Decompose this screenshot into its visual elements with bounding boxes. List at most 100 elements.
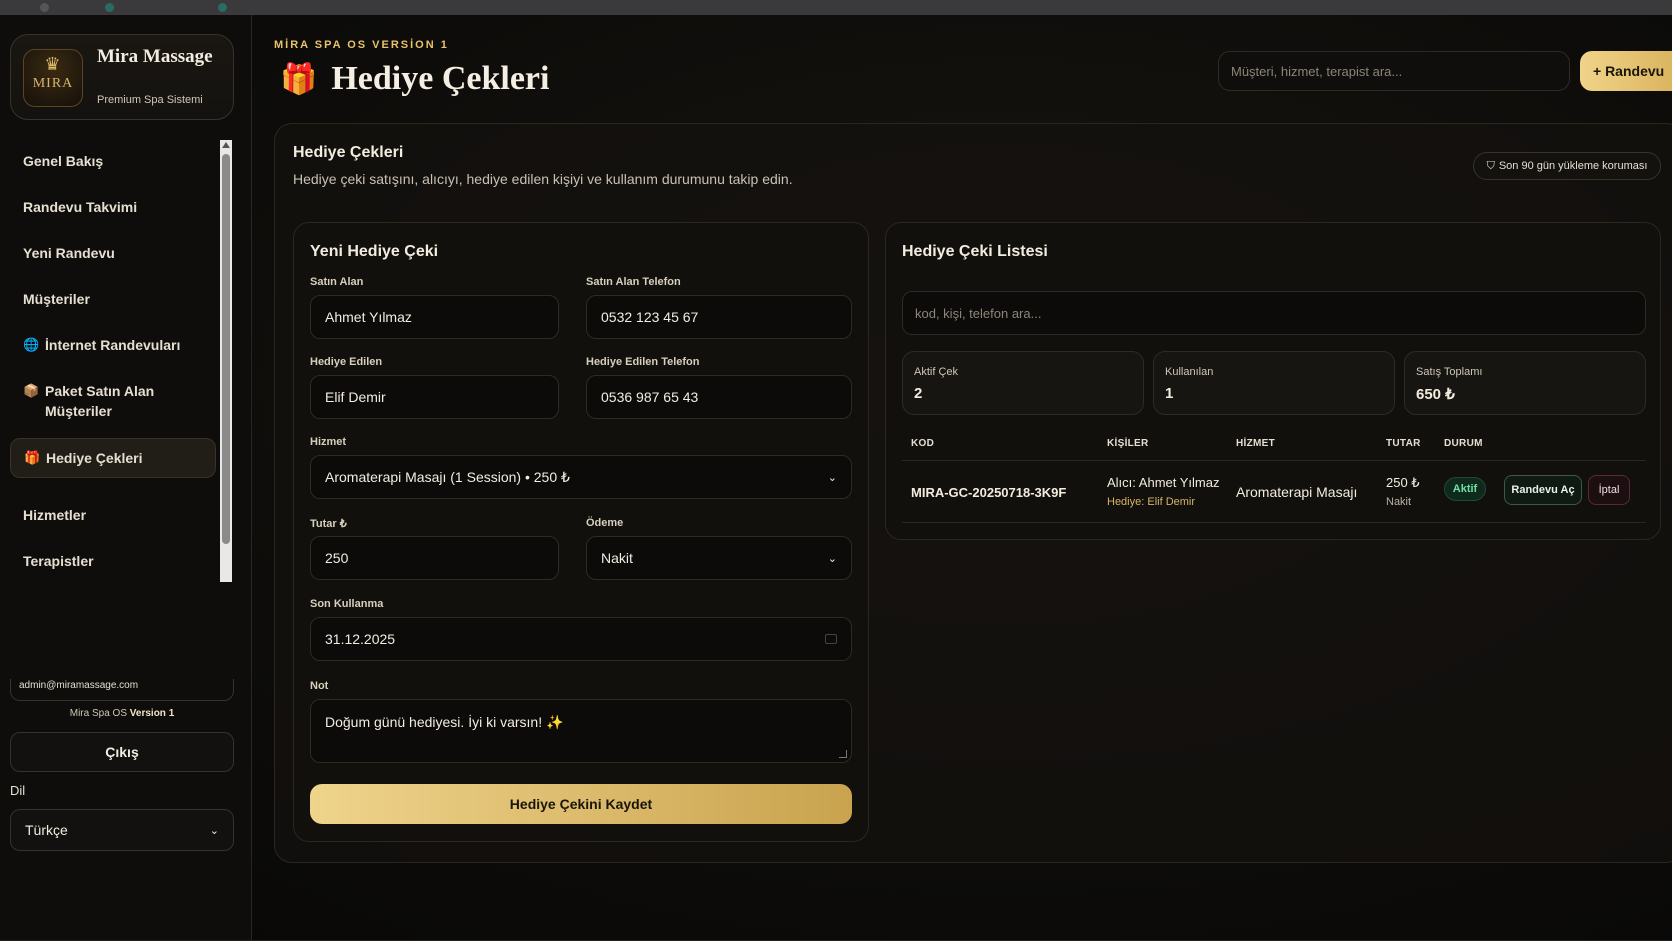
new-voucher-form: Yeni Hediye Çeki Satın Alan Ahmet Yılmaz… — [293, 222, 869, 842]
amount-value: 250 — [325, 550, 349, 566]
column-header-people: KİŞİLER — [1107, 438, 1149, 449]
voucher-search-input[interactable]: kod, kişi, telefon ara... — [902, 291, 1646, 335]
gift-icon: 🎁 — [280, 62, 318, 96]
user-email: admin@miramassage.com — [10, 679, 234, 701]
payment-label: Ödeme — [586, 517, 624, 529]
sidebar-item-label: Randevu Takvimi — [23, 199, 138, 215]
app-root: ♛ MIRA Mira Massage Premium Spa Sistemi … — [0, 15, 1672, 941]
recipient-phone-value: 0536 987 65 43 — [601, 389, 699, 405]
sidebar-item-overview[interactable]: Genel Bakış — [10, 151, 216, 171]
column-header-status: DURUM — [1444, 438, 1483, 449]
stat-label: Aktif Çek — [914, 366, 959, 378]
voucher-payment: Nakit — [1386, 496, 1412, 508]
sidebar-item-package-customers[interactable]: 📦 Paket Satın Alan Müşteriler — [10, 381, 216, 421]
recipient-phone-label: Hediye Edilen Telefon — [586, 356, 700, 368]
sidebar-item-customers[interactable]: Müşteriler — [10, 289, 216, 309]
sidebar-item-online-appointments[interactable]: 🌐 İnternet Randevuları — [10, 335, 216, 355]
recipient-name-field[interactable]: Elif Demir — [310, 375, 559, 419]
expiry-date-field[interactable]: 31.12.2025 — [310, 617, 852, 661]
voucher-buyer: Alıcı: Ahmet Yılmaz — [1107, 475, 1220, 490]
amount-label: Tutar ₺ — [310, 518, 347, 530]
stat-value: 650 ₺ — [1416, 386, 1455, 403]
brand-card[interactable]: ♛ MIRA Mira Massage Premium Spa Sistemi — [10, 34, 234, 120]
buyer-phone-value: 0532 123 45 67 — [601, 309, 699, 325]
voucher-code: MIRA-GC-20250718-3K9F — [911, 485, 1067, 500]
gift-vouchers-panel: Hediye Çekleri Hediye çeki satışını, alı… — [274, 123, 1672, 863]
version-prefix: Mira Spa OS — [69, 708, 127, 719]
browser-dot — [40, 3, 49, 12]
list-title: Hediye Çeki Listesi — [902, 243, 1048, 260]
stat-active-vouchers: Aktif Çek 2 — [902, 351, 1144, 415]
chevron-down-icon: ⌄ — [209, 824, 219, 837]
browser-top-strip — [0, 0, 1672, 15]
cancel-voucher-button[interactable]: İptal — [1588, 475, 1630, 505]
payment-value: Nakit — [601, 550, 633, 566]
service-label: Hizmet — [310, 436, 347, 448]
sidebar-item-label: Hizmetler — [23, 507, 87, 523]
amount-field[interactable]: 250 — [310, 536, 559, 580]
expiry-value: 31.12.2025 — [325, 631, 396, 647]
scroll-up-arrow-icon[interactable] — [222, 142, 230, 148]
scrollbar-thumb[interactable] — [222, 154, 230, 544]
stat-label: Satış Toplamı — [1416, 366, 1483, 378]
column-header-code: KOD — [911, 438, 935, 449]
sidebar-item-gift-vouchers[interactable]: 🎁 Hediye Çekleri — [10, 438, 216, 478]
stat-label: Kullanılan — [1165, 366, 1214, 378]
note-textarea[interactable]: Doğum günü hediyesi. İyi ki varsın! ✨ — [310, 699, 852, 763]
brand-logo: ♛ MIRA — [23, 49, 83, 107]
language-select[interactable]: Türkçe ⌄ — [10, 809, 234, 851]
sidebar-item-label: Yeni Randevu — [23, 245, 115, 261]
sidebar-item-new-appointment[interactable]: Yeni Randevu — [10, 243, 216, 263]
save-voucher-button[interactable]: Hediye Çekini Kaydet — [310, 784, 852, 824]
sidebar-item-label: Paket Satın Alan Müşteriler — [45, 383, 155, 419]
recipient-phone-field[interactable]: 0536 987 65 43 — [586, 375, 852, 419]
gift-icon: 🎁 — [24, 450, 41, 465]
global-search-input[interactable]: Müşteri, hizmet, terapist ara... — [1218, 51, 1570, 91]
logo-text: MIRA — [32, 76, 74, 91]
page-title-text: Hediye Çekleri — [331, 60, 550, 97]
shield-icon: ⛉ — [1486, 159, 1495, 172]
sidebar-item-label: Müşteriler — [23, 291, 90, 307]
voucher-recipient: Hediye: Elif Demir — [1107, 496, 1196, 508]
globe-icon: 🌐 — [23, 337, 40, 352]
service-select[interactable]: Aromaterapi Masajı (1 Session) • 250 ₺ ⌄ — [310, 455, 852, 499]
protection-badge: ⛉ Son 90 gün yükleme koruması — [1473, 152, 1661, 180]
sidebar-item-label: İnternet Randevuları — [45, 337, 181, 353]
sidebar-item-calendar[interactable]: Randevu Takvimi — [10, 197, 216, 217]
browser-dot — [105, 3, 114, 12]
calendar-icon[interactable] — [825, 634, 837, 644]
sidebar-nav: Genel Bakış Randevu Takvimi Yeni Randevu… — [10, 140, 216, 582]
status-badge: Aktif — [1444, 477, 1486, 501]
stat-value: 1 — [1165, 385, 1174, 402]
sidebar: ♛ MIRA Mira Massage Premium Spa Sistemi … — [0, 15, 252, 941]
logout-button[interactable]: Çıkış — [10, 732, 234, 772]
language-value: Türkçe — [25, 822, 68, 838]
panel-description: Hediye çeki satışını, alıcıyı, hediye ed… — [293, 171, 793, 187]
note-label: Not — [310, 680, 329, 692]
sidebar-item-label: Terapistler — [23, 553, 94, 569]
version-number: Version 1 — [129, 708, 175, 719]
table-row-divider — [902, 522, 1646, 523]
open-appointment-button[interactable]: Randevu Aç — [1504, 475, 1582, 505]
chevron-down-icon: ⌄ — [827, 552, 837, 565]
buyer-name-field[interactable]: Ahmet Yılmaz — [310, 295, 559, 339]
resize-handle-icon[interactable] — [839, 750, 847, 758]
expiry-label: Son Kullanma — [310, 598, 384, 610]
app-kicker: MİRA SPA OS VERSİON 1 — [274, 39, 449, 51]
voucher-amount: 250 ₺ — [1386, 475, 1420, 490]
sidebar-item-therapists[interactable]: Terapistler — [10, 551, 216, 571]
new-appointment-button[interactable]: + Randevu — [1580, 51, 1672, 91]
sidebar-item-label: Hediye Çekleri — [46, 450, 143, 466]
column-header-amount: TUTAR — [1386, 438, 1421, 449]
buyer-phone-label: Satın Alan Telefon — [586, 276, 681, 288]
brand-name: Mira Massage — [97, 46, 213, 67]
package-icon: 📦 — [23, 383, 40, 398]
brand-subtitle: Premium Spa Sistemi — [97, 94, 203, 106]
sidebar-item-services[interactable]: Hizmetler — [10, 505, 216, 525]
buyer-phone-field[interactable]: 0532 123 45 67 — [586, 295, 852, 339]
buyer-name-value: Ahmet Yılmaz — [325, 309, 412, 325]
stat-value: 2 — [914, 385, 923, 402]
recipient-label: Hediye Edilen — [310, 356, 383, 368]
payment-select[interactable]: Nakit ⌄ — [586, 536, 852, 580]
sidebar-scrollbar[interactable] — [220, 140, 232, 582]
